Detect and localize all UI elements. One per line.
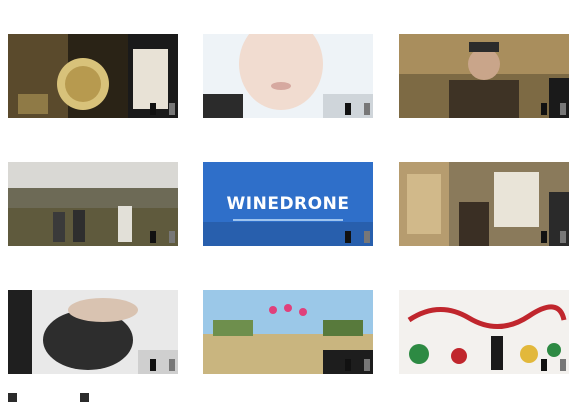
row-caption [399,8,569,20]
video-badge [364,231,370,243]
footer-chip[interactable] [8,392,20,403]
video-thumbnail[interactable] [399,290,569,374]
row-caption [203,136,373,148]
video-thumbnail[interactable] [399,34,569,118]
video-badge [169,103,175,115]
video-badge [364,359,370,371]
footer-chip[interactable] [80,392,92,403]
video-thumbnail[interactable] [203,290,373,374]
video-card[interactable]: WINEDRONE [203,136,373,246]
square-icon [8,393,17,402]
video-card[interactable] [399,264,569,374]
video-thumbnail[interactable]: WINEDRONE [203,162,373,246]
video-thumbnail[interactable] [203,34,373,118]
row-caption [203,264,373,276]
row-caption [8,8,178,20]
video-thumbnail[interactable] [8,290,178,374]
video-badge [541,359,547,371]
video-card[interactable] [399,8,569,118]
video-badge [541,231,547,243]
square-icon [80,393,89,402]
video-card[interactable] [8,8,178,118]
video-badge [150,359,156,371]
video-card[interactable] [399,136,569,246]
video-badge [560,359,566,371]
row-caption [8,264,178,276]
video-card[interactable] [203,264,373,374]
video-badge [150,231,156,243]
video-card[interactable] [8,264,178,374]
video-badge [345,359,351,371]
video-card[interactable] [8,136,178,246]
video-grid: WINEDRONE [0,0,569,403]
video-card[interactable] [203,8,373,118]
video-badge [150,103,156,115]
video-badge [345,103,351,115]
row-caption [203,8,373,20]
video-badge [560,103,566,115]
thumbnail-title: WINEDRONE [226,194,350,214]
row-caption [8,136,178,148]
video-badge [169,231,175,243]
video-badge [364,103,370,115]
video-badge [169,359,175,371]
row-caption [399,264,569,276]
row-caption [399,136,569,148]
video-thumbnail[interactable] [399,162,569,246]
video-thumbnail[interactable] [8,34,178,118]
video-thumbnail[interactable] [8,162,178,246]
video-badge [345,231,351,243]
video-badge [560,231,566,243]
video-badge [541,103,547,115]
